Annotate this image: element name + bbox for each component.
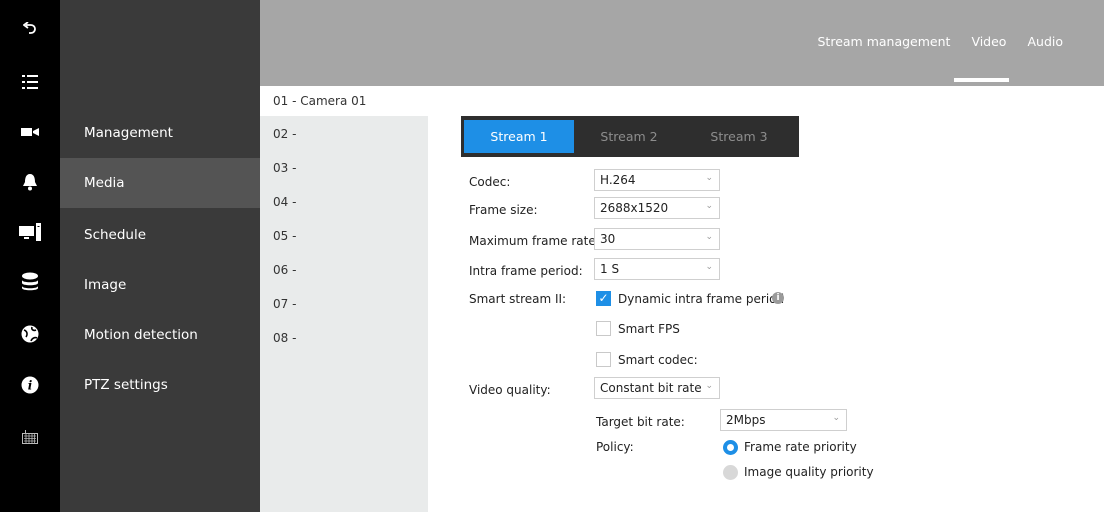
target-bit-rate-select[interactable]: 2Mbps ⌄ <box>720 409 847 431</box>
frame-size-value: 2688x1520 <box>600 201 669 215</box>
sidebar-item-label: Media <box>84 175 125 191</box>
smart-codec-checkbox[interactable] <box>596 352 611 367</box>
frame-size-select[interactable]: 2688x1520 ⌄ <box>594 197 720 219</box>
dynamic-intra-label: Dynamic intra frame period <box>618 292 785 306</box>
checkmark-icon: ✓ <box>598 291 609 305</box>
smart-codec-label: Smart codec: <box>618 353 698 367</box>
max-frame-rate-label: Maximum frame rate: <box>469 234 600 248</box>
channel-item-05[interactable]: 05 - <box>273 229 296 243</box>
tab-video[interactable]: Video <box>971 34 1006 51</box>
policy-frame-rate-label: Frame rate priority <box>744 440 857 454</box>
video-quality-select[interactable]: Constant bit rate ⌄ <box>594 377 720 399</box>
video-quality-label: Video quality: <box>469 383 551 397</box>
chevron-down-icon: ⌄ <box>705 173 713 183</box>
tab-audio[interactable]: Audio <box>1027 34 1063 51</box>
chevron-down-icon: ⌄ <box>832 413 840 423</box>
frame-size-label: Frame size: <box>469 203 538 217</box>
intra-frame-period-value: 1 S <box>600 262 620 276</box>
smart-fps-checkbox[interactable] <box>596 321 611 336</box>
channel-item-01[interactable]: 01 - Camera 01 <box>273 94 366 108</box>
sidebar-item-label: Image <box>84 277 127 293</box>
monitor-icon[interactable] <box>0 220 60 244</box>
chevron-down-icon: ⌄ <box>705 262 713 272</box>
intra-frame-period-select[interactable]: 1 S ⌄ <box>594 258 720 280</box>
list-icon[interactable] <box>0 70 60 94</box>
active-tab-underline <box>954 78 1009 82</box>
database-icon[interactable] <box>0 270 60 294</box>
top-tabs: Stream management Video Audio <box>797 34 1064 51</box>
sidebar-item-management[interactable]: Management <box>60 108 260 158</box>
channel-item-06[interactable]: 06 - <box>273 263 296 277</box>
max-frame-rate-value: 30 <box>600 232 616 246</box>
keyboard-icon[interactable] <box>0 425 60 449</box>
policy-image-quality-label: Image quality priority <box>744 465 874 479</box>
globe-icon[interactable] <box>0 322 60 346</box>
policy-image-quality-radio[interactable] <box>723 465 738 480</box>
target-bit-rate-label: Target bit rate: <box>596 415 685 429</box>
dynamic-intra-checkbox[interactable]: ✓ <box>596 291 611 306</box>
tab-stream-1[interactable]: Stream 1 <box>464 120 574 153</box>
channel-item-02[interactable]: 02 - <box>273 127 296 141</box>
tab-stream-3[interactable]: Stream 3 <box>684 120 794 153</box>
icon-rail: i <box>0 0 60 512</box>
bell-icon[interactable] <box>0 170 60 194</box>
tab-stream-management[interactable]: Stream management <box>818 34 951 51</box>
smart-fps-label: Smart FPS <box>618 322 680 336</box>
chevron-down-icon: ⌄ <box>705 201 713 211</box>
svg-text:i: i <box>28 379 33 393</box>
codec-label: Codec: <box>469 175 511 189</box>
stream-tab-bar: Stream 1 Stream 2 Stream 3 <box>461 116 799 157</box>
channel-item-07[interactable]: 07 - <box>273 297 296 311</box>
sidebar-item-label: PTZ settings <box>84 377 168 393</box>
tab-stream-2[interactable]: Stream 2 <box>574 120 684 153</box>
sidebar-item-label: Motion detection <box>84 327 198 343</box>
channel-item-04[interactable]: 04 - <box>273 195 296 209</box>
chevron-down-icon: ⌄ <box>705 232 713 242</box>
video-quality-value: Constant bit rate <box>600 381 702 395</box>
sidebar-item-label: Schedule <box>84 227 147 243</box>
sidebar-item-label: Management <box>84 125 173 141</box>
codec-value: H.264 <box>600 173 636 187</box>
chevron-down-icon: ⌄ <box>705 381 713 391</box>
sidebar-item-image[interactable]: Image <box>60 260 260 310</box>
sidebar-item-media[interactable]: Media <box>60 158 260 208</box>
sidebar-item-motion-detection[interactable]: Motion detection <box>60 310 260 360</box>
back-arrow-icon[interactable] <box>0 18 60 42</box>
intra-frame-period-label: Intra frame period: <box>469 264 583 278</box>
channel-item-08[interactable]: 08 - <box>273 331 296 345</box>
sidebar-menu: Management Media Schedule Image Motion d… <box>60 0 260 512</box>
info-icon[interactable]: i <box>0 373 60 397</box>
policy-label: Policy: <box>596 440 634 454</box>
top-bar: Stream management Video Audio <box>260 0 1104 86</box>
info-icon[interactable]: i <box>772 292 784 304</box>
policy-frame-rate-radio[interactable] <box>723 440 738 455</box>
target-bit-rate-value: 2Mbps <box>726 413 766 427</box>
sidebar-item-ptz-settings[interactable]: PTZ settings <box>60 360 260 410</box>
max-frame-rate-select[interactable]: 30 ⌄ <box>594 228 720 250</box>
channel-item-03[interactable]: 03 - <box>273 161 296 175</box>
video-camera-icon[interactable] <box>0 120 60 144</box>
sidebar-item-schedule[interactable]: Schedule <box>60 210 260 260</box>
smart-stream-label: Smart stream II: <box>469 292 567 306</box>
codec-select[interactable]: H.264 ⌄ <box>594 169 720 191</box>
